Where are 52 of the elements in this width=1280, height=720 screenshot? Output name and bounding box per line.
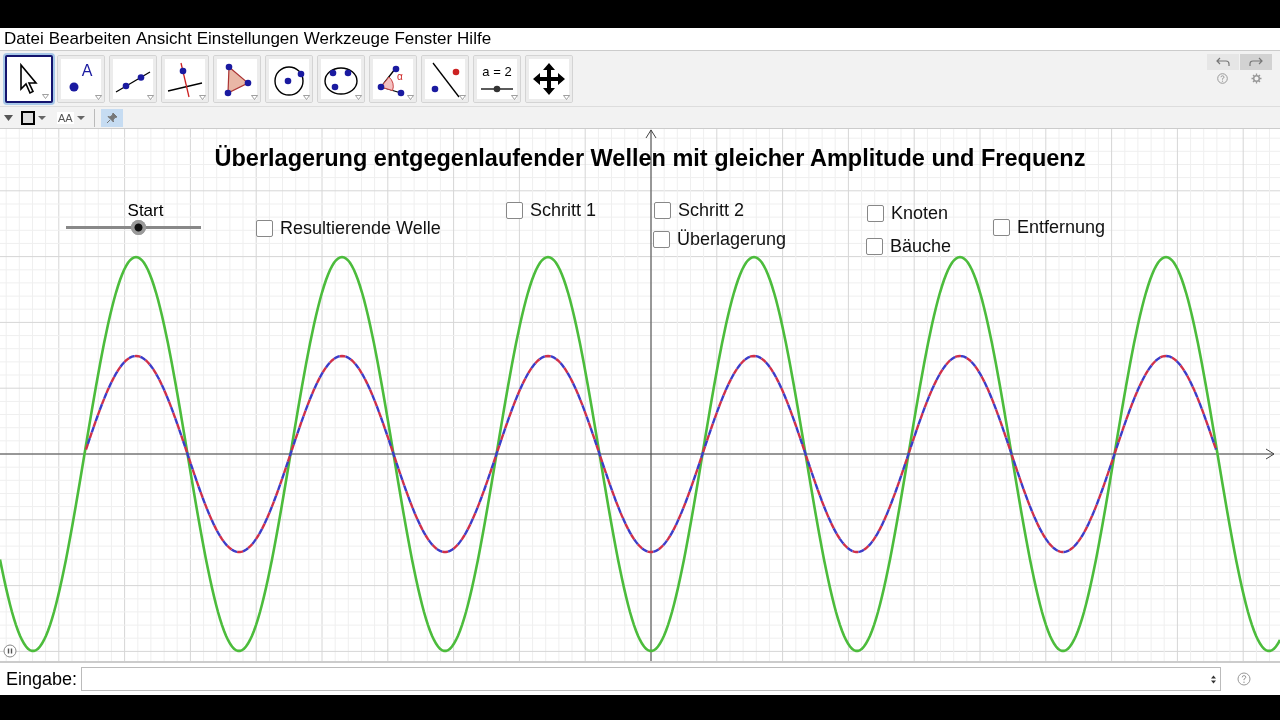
dropdown-caret-icon — [563, 95, 570, 100]
pause-icon[interactable] — [3, 644, 17, 658]
checkbox-label: Knoten — [891, 203, 949, 224]
checkbox[interactable] — [654, 202, 671, 219]
undo-button[interactable] — [1207, 54, 1239, 70]
graph-title: Überlagerung entgegenlaufender Wellen mit gleicher Amplitude und Frequenz — [213, 145, 1087, 172]
checkbox-label: Schritt 2 — [678, 200, 745, 221]
undo-icon — [1216, 57, 1230, 67]
dropdown-caret-icon — [511, 95, 518, 100]
checkbox[interactable] — [866, 238, 883, 255]
pin-button[interactable] — [100, 108, 123, 127]
checkbox-label: Entfernung — [1017, 217, 1106, 238]
menu-item[interactable]: Werkzeuge — [303, 28, 390, 50]
checkbox[interactable] — [993, 219, 1010, 236]
pin-icon — [105, 111, 118, 124]
dropdown-caret-icon — [42, 94, 49, 99]
help-icon[interactable] — [1237, 672, 1252, 686]
settings-icon[interactable] — [1251, 73, 1262, 84]
dropdown-caret-icon — [95, 95, 102, 100]
checkbox-label: Bäuche — [890, 236, 952, 257]
input-field[interactable] — [81, 667, 1222, 691]
menu-item[interactable]: Bearbeiten — [48, 28, 131, 50]
menu-item[interactable]: Ansicht — [135, 28, 192, 50]
dropdown-caret-icon — [251, 95, 258, 100]
caret-icon — [75, 114, 86, 121]
input-label: Eingabe: — [6, 668, 78, 690]
checkbox[interactable] — [256, 220, 273, 237]
redo-button[interactable] — [1240, 54, 1272, 70]
checkbox-label: Resultierende Welle — [280, 218, 441, 239]
menu-item[interactable]: Fenster — [394, 28, 453, 50]
menu-item[interactable]: Hilfe — [457, 28, 492, 50]
stepper-icon — [1211, 674, 1217, 684]
menu-item[interactable]: Datei — [4, 28, 44, 50]
dropdown-caret-icon — [147, 95, 154, 100]
checkbox-label: Überlagerung — [677, 229, 787, 250]
line-style-button[interactable] — [19, 108, 49, 127]
font-size-button[interactable]: AA — [55, 108, 88, 127]
tool-button[interactable] — [5, 55, 53, 103]
slider-thumb[interactable] — [130, 220, 146, 235]
toggle-caret-icon[interactable] — [4, 114, 13, 121]
slider-label: Start — [127, 201, 164, 221]
menu-item[interactable]: Einstellungen — [196, 28, 299, 50]
checkbox-label: Schritt 1 — [530, 200, 597, 221]
checkbox[interactable] — [867, 205, 884, 222]
dropdown-caret-icon — [355, 95, 362, 100]
checkbox[interactable] — [506, 202, 523, 219]
dropdown-caret-icon — [303, 95, 310, 100]
dropdown-caret-icon — [407, 95, 414, 100]
dropdown-caret-icon — [459, 95, 466, 100]
checkbox[interactable] — [653, 231, 670, 248]
redo-icon — [1249, 57, 1263, 67]
dropdown-caret-icon — [199, 95, 206, 100]
